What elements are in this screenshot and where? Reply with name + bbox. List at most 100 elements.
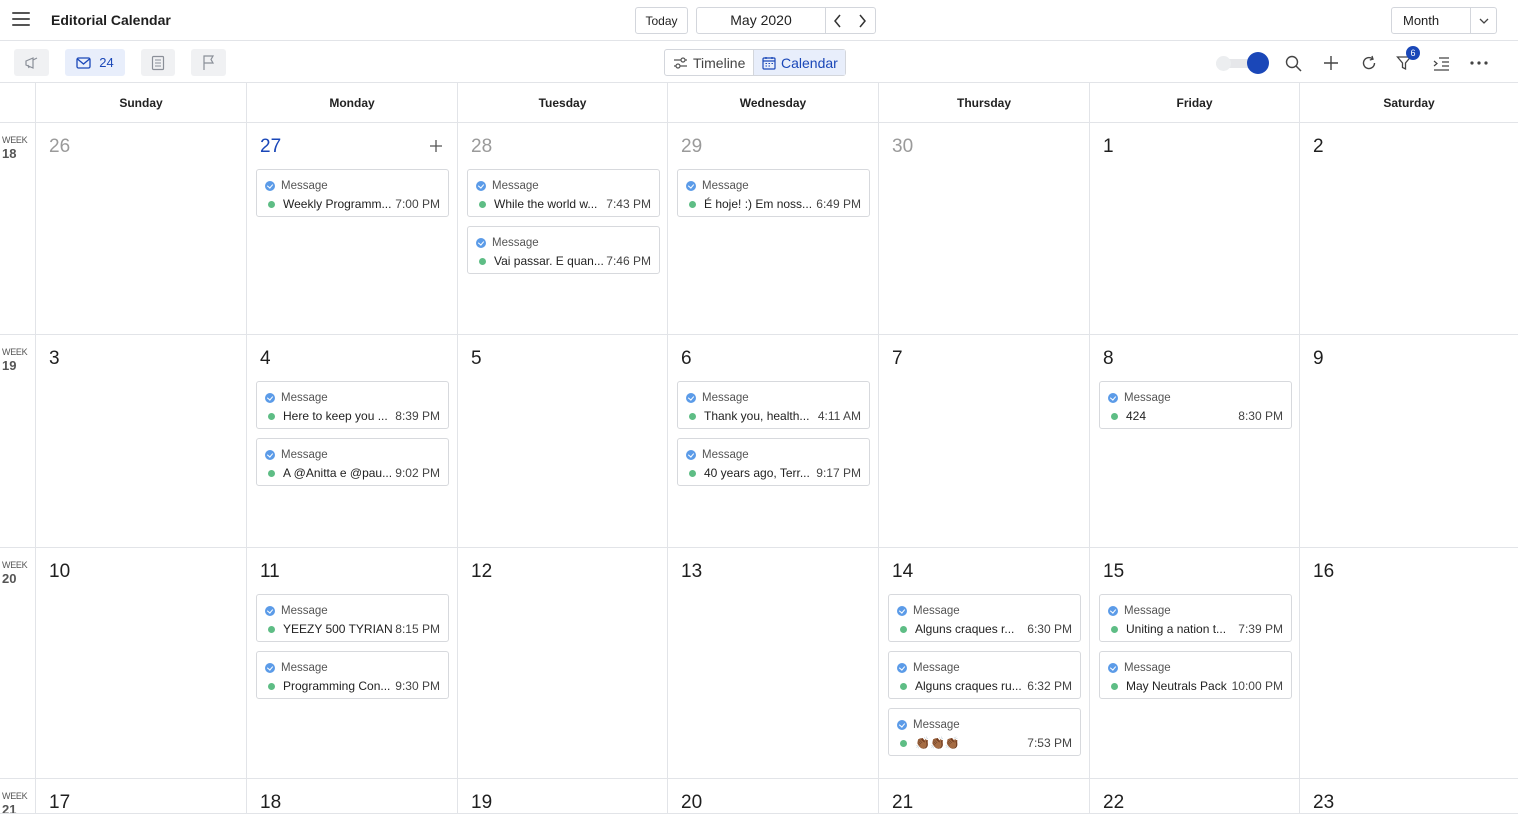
menu-icon[interactable]	[12, 12, 30, 28]
day-cell[interactable]: 12	[457, 548, 667, 779]
inbox-filter-button[interactable]: 24	[65, 49, 125, 76]
view-mode-select[interactable]: Month	[1391, 7, 1497, 34]
event-type-label: Message	[702, 180, 749, 192]
day-cell[interactable]: 2	[1299, 123, 1518, 335]
event-card[interactable]: Message 👏🏾👏🏾👏🏾 7:53 PM	[888, 708, 1081, 756]
event-card[interactable]: Message Thank you, health... 4:11 AM	[677, 381, 870, 429]
day-number: 15	[1103, 561, 1125, 582]
event-title: Here to keep you ...	[268, 409, 388, 423]
event-time: 9:17 PM	[816, 466, 861, 480]
event-card[interactable]: Message Uniting a nation t... 7:39 PM	[1099, 594, 1292, 642]
top-bar: Editorial Calendar Today May 2020 Month	[0, 0, 1518, 41]
event-card[interactable]: Message Vai passar. E quan... 7:46 PM	[467, 226, 660, 274]
status-dot-icon	[268, 412, 275, 420]
toggle-switch[interactable]	[1216, 52, 1269, 74]
day-cell[interactable]: 29 Message É hoje! :) Em noss... 6:49 PM	[667, 123, 878, 335]
day-cell[interactable]: 23	[1299, 779, 1518, 814]
event-card[interactable]: Message While the world w... 7:43 PM	[467, 169, 660, 217]
day-number: 29	[681, 136, 703, 157]
day-cell[interactable]: 4 Message Here to keep you ... 8:39 PM Messa…	[246, 335, 457, 548]
more-options-icon[interactable]	[1468, 52, 1490, 74]
day-number: 2	[1313, 136, 1324, 157]
add-event-icon[interactable]	[428, 138, 444, 154]
day-cell[interactable]: 13	[667, 548, 878, 779]
day-cell[interactable]: 18	[246, 779, 457, 814]
event-type: Message	[897, 719, 960, 731]
day-cell[interactable]: 8 Message 424 8:30 PM	[1089, 335, 1299, 548]
event-card[interactable]: Message Alguns craques r... 6:30 PM	[888, 594, 1081, 642]
event-type-label: Message	[913, 605, 960, 617]
event-card[interactable]: Message Alguns craques ru... 6:32 PM	[888, 651, 1081, 699]
event-type-label: Message	[1124, 605, 1171, 617]
event-card[interactable]: Message Programming Con... 9:30 PM	[256, 651, 449, 699]
chevron-left-icon[interactable]	[825, 8, 850, 33]
toolbar: 24 Timeline Calendar 6	[0, 41, 1518, 83]
event-card[interactable]: Message Weekly Programm... 7:00 PM	[256, 169, 449, 217]
event-title: Alguns craques ru...	[900, 679, 1022, 693]
event-card[interactable]: Message 40 years ago, Terr... 9:17 PM	[677, 438, 870, 486]
day-cell[interactable]: 15 Message Uniting a nation t... 7:39 PM Mes…	[1089, 548, 1299, 779]
tab-calendar[interactable]: Calendar	[753, 50, 845, 75]
day-cell[interactable]: 21	[878, 779, 1089, 814]
event-time: 7:39 PM	[1238, 622, 1283, 636]
list-indent-icon[interactable]	[1430, 52, 1452, 74]
day-cell[interactable]: 7	[878, 335, 1089, 548]
event-card[interactable]: Message É hoje! :) Em noss... 6:49 PM	[677, 169, 870, 217]
day-cell[interactable]: 17	[35, 779, 246, 814]
event-time: 7:46 PM	[606, 254, 651, 268]
day-header-tuesday: Tuesday	[457, 83, 667, 123]
chevron-right-icon[interactable]	[849, 8, 874, 33]
day-number: 27	[260, 136, 282, 157]
event-title: Uniting a nation t...	[1111, 622, 1226, 636]
event-title: May Neutrals Pack	[1111, 679, 1227, 693]
event-time: 6:49 PM	[816, 197, 861, 211]
event-title: É hoje! :) Em noss...	[689, 197, 812, 211]
status-dot-icon	[689, 200, 696, 208]
day-cell[interactable]: 22	[1089, 779, 1299, 814]
day-cell[interactable]: 30	[878, 123, 1089, 335]
month-navigator: May 2020	[696, 7, 876, 34]
day-cell[interactable]: 26	[35, 123, 246, 335]
message-type-icon	[265, 450, 275, 460]
event-time: 8:39 PM	[395, 409, 440, 423]
day-cell[interactable]: 14 Message Alguns craques r... 6:30 PM Messa…	[878, 548, 1089, 779]
message-type-icon	[897, 606, 907, 616]
event-type: Message	[686, 449, 749, 461]
event-type: Message	[897, 605, 960, 617]
megaphone-icon[interactable]	[14, 49, 49, 76]
day-cell[interactable]: 27 Message Weekly Programm... 7:00 PM	[246, 123, 457, 335]
day-number: 20	[681, 792, 703, 813]
event-card[interactable]: Message 424 8:30 PM	[1099, 381, 1292, 429]
search-icon[interactable]	[1282, 52, 1304, 74]
day-cell[interactable]: 20	[667, 779, 878, 814]
message-type-icon	[897, 663, 907, 673]
day-cell[interactable]: 11 Message YEEZY 500 TYRIAN 8:15 PM Message P…	[246, 548, 457, 779]
day-number: 9	[1313, 348, 1324, 369]
day-cell[interactable]: 19	[457, 779, 667, 814]
day-number: 1	[1103, 136, 1114, 157]
event-time: 8:30 PM	[1238, 409, 1283, 423]
day-cell[interactable]: 16	[1299, 548, 1518, 779]
day-cell[interactable]: 10	[35, 548, 246, 779]
event-title: 424	[1111, 409, 1146, 423]
today-button[interactable]: Today	[635, 7, 688, 34]
day-cell[interactable]: 5	[457, 335, 667, 548]
day-number: 19	[471, 792, 493, 813]
refresh-icon[interactable]	[1358, 52, 1380, 74]
day-cell[interactable]: 9	[1299, 335, 1518, 548]
day-cell[interactable]: 1	[1089, 123, 1299, 335]
event-card[interactable]: Message YEEZY 500 TYRIAN 8:15 PM	[256, 594, 449, 642]
event-card[interactable]: Message May Neutrals Pack 10:00 PM	[1099, 651, 1292, 699]
day-cell[interactable]: 28 Message While the world w... 7:43 PM Mess…	[457, 123, 667, 335]
event-card[interactable]: Message A @Anitta e @pau... 9:02 PM	[256, 438, 449, 486]
document-icon[interactable]	[141, 49, 175, 76]
event-card[interactable]: Message Here to keep you ... 8:39 PM	[256, 381, 449, 429]
flag-icon[interactable]	[191, 49, 226, 76]
add-icon[interactable]	[1320, 52, 1342, 74]
message-type-icon	[686, 450, 696, 460]
day-number: 11	[260, 561, 280, 582]
day-cell[interactable]: 6 Message Thank you, health... 4:11 AM Messa…	[667, 335, 878, 548]
tab-timeline[interactable]: Timeline	[665, 50, 753, 75]
sliders-icon	[674, 56, 687, 69]
day-cell[interactable]: 3	[35, 335, 246, 548]
